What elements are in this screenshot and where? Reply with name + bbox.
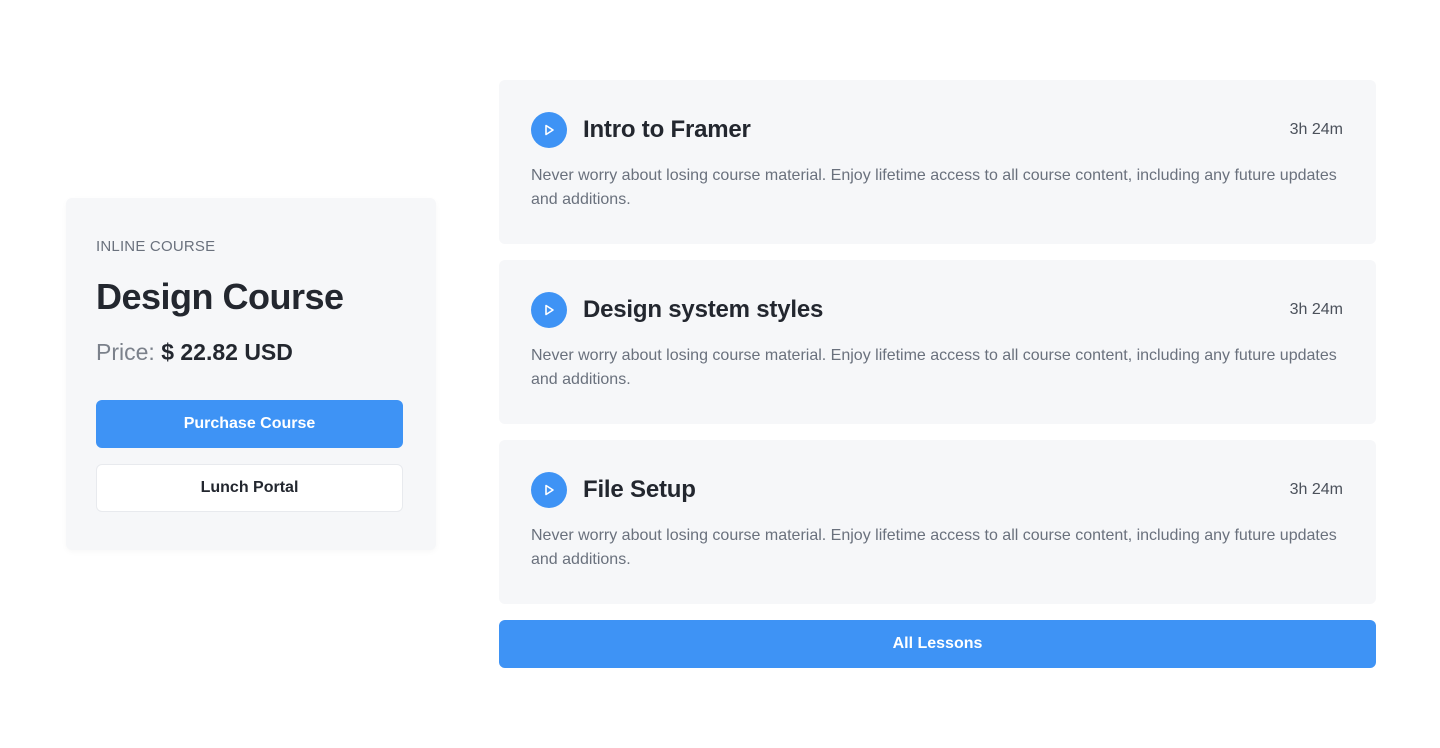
all-lessons-button[interactable]: All Lessons — [499, 620, 1376, 668]
lesson-title: Design system styles — [583, 296, 824, 323]
play-icon — [545, 124, 554, 136]
lesson-description: Never worry about losing course material… — [531, 527, 1337, 568]
lesson-card[interactable]: Design system styles 3h 24m Never worry … — [499, 260, 1376, 424]
lesson-card[interactable]: Intro to Framer 3h 24m Never worry about… — [499, 80, 1376, 244]
lesson-duration: 3h 24m — [1289, 301, 1343, 318]
play-icon — [545, 484, 554, 496]
page: INLINE COURSE Design Course Price: $ 22.… — [0, 0, 1440, 748]
launch-portal-button[interactable]: Lunch Portal — [96, 464, 403, 512]
course-eyebrow: INLINE COURSE — [96, 238, 216, 255]
play-icon — [545, 304, 554, 316]
lesson-description: Never worry about losing course material… — [531, 347, 1337, 388]
price-row: Price: $ 22.82 USD — [96, 339, 293, 366]
play-button[interactable] — [531, 292, 567, 328]
lesson-card[interactable]: File Setup 3h 24m Never worry about losi… — [499, 440, 1376, 604]
course-card: INLINE COURSE Design Course Price: $ 22.… — [66, 198, 436, 550]
price-label: Price: — [96, 339, 155, 365]
course-title: Design Course — [96, 276, 344, 317]
lesson-title: Intro to Framer — [583, 116, 751, 143]
lesson-duration: 3h 24m — [1289, 121, 1343, 138]
purchase-course-button[interactable]: Purchase Course — [96, 400, 403, 448]
lesson-title: File Setup — [583, 476, 696, 503]
play-button[interactable] — [531, 472, 567, 508]
lesson-description: Never worry about losing course material… — [531, 167, 1337, 208]
price-value: $ 22.82 USD — [161, 339, 293, 365]
play-button[interactable] — [531, 112, 567, 148]
lesson-duration: 3h 24m — [1289, 481, 1343, 498]
